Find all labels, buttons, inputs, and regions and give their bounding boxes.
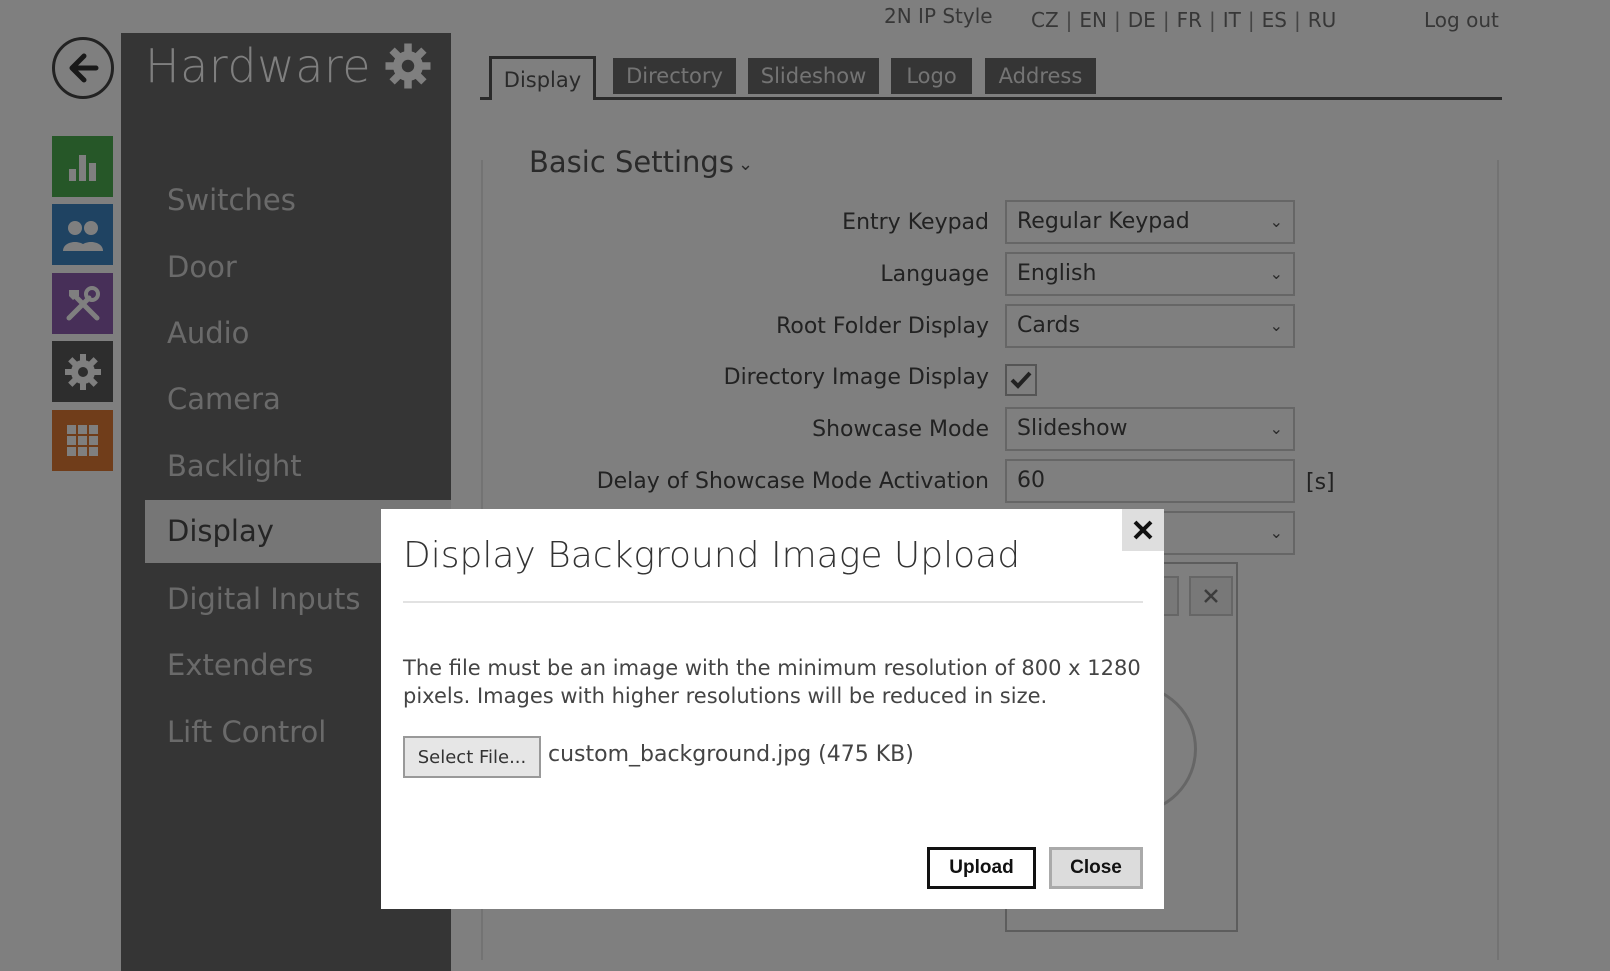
upload-button[interactable]: Upload: [927, 847, 1036, 889]
upload-dialog: Display Background Image Upload The file…: [381, 509, 1164, 909]
select-file-button[interactable]: Select File...: [403, 736, 541, 778]
selected-file-name: custom_background.jpg (475 KB): [548, 742, 914, 767]
dialog-close-button[interactable]: [1122, 509, 1164, 551]
close-icon: [1133, 520, 1153, 540]
close-button[interactable]: Close: [1049, 847, 1143, 889]
dialog-description: The file must be an image with the minim…: [403, 656, 1141, 708]
dialog-divider: [403, 601, 1143, 603]
dialog-title: Display Background Image Upload: [403, 535, 1021, 576]
